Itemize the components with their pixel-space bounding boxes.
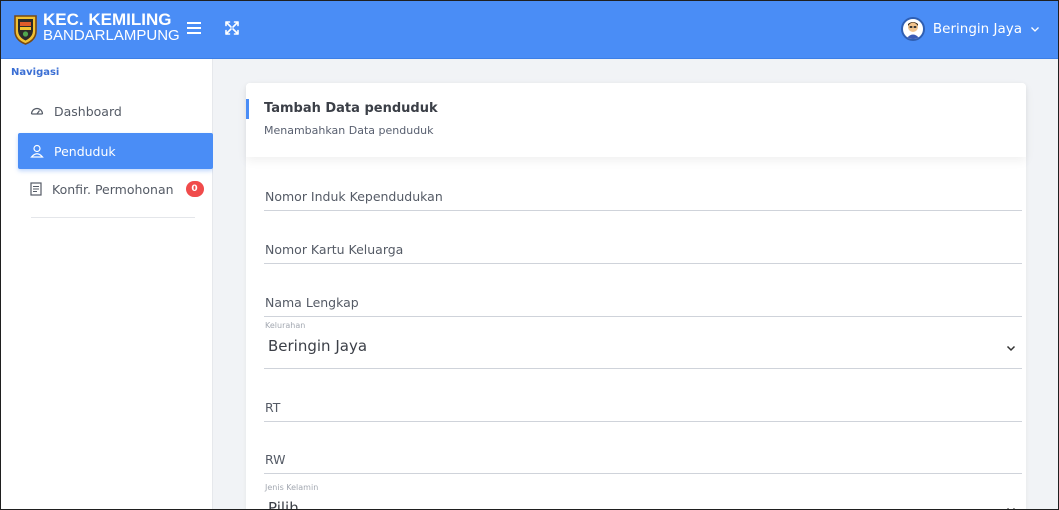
user-icon (30, 144, 44, 158)
kelurahan-value[interactable]: Beringin Jaya (268, 337, 367, 355)
chevron-down-icon[interactable] (1030, 24, 1040, 34)
kk-input[interactable] (264, 236, 1022, 263)
rw-input[interactable] (264, 446, 1022, 473)
brand-subtitle[interactable]: BANDARLAMPUNG (43, 28, 180, 44)
user-name[interactable]: Beringin Jaya (933, 21, 1022, 37)
notification-badge: 0 (185, 181, 204, 197)
rt-field[interactable] (264, 394, 1022, 422)
card-subtitle: Menambahkan Data penduduk (264, 124, 434, 137)
sidebar-item-dashboard[interactable]: Dashboard (18, 93, 213, 129)
hamburger-menu-icon[interactable] (185, 17, 207, 39)
sidebar-item-label: Dashboard (54, 103, 122, 119)
sidebar: Navigasi Dashboard Penduduk Konfir. Perm… (1, 59, 213, 509)
form-card: Tambah Data penduduk Menambahkan Data pe… (246, 83, 1026, 510)
jenis-kelamin-select[interactable]: Jenis Kelamin Pilih (264, 483, 1022, 510)
avatar-face-icon (905, 22, 920, 39)
card-header: Tambah Data penduduk Menambahkan Data pe… (246, 83, 1026, 157)
sidebar-item-penduduk[interactable]: Penduduk (18, 133, 213, 169)
kk-field[interactable] (264, 236, 1022, 264)
sidebar-heading: Navigasi (11, 67, 60, 78)
chevron-down-icon[interactable] (1006, 505, 1016, 510)
nik-input[interactable] (264, 183, 1022, 210)
dashboard-gauge-icon (30, 107, 44, 115)
rt-input[interactable] (264, 394, 1022, 421)
nama-input[interactable] (264, 289, 1022, 316)
sidebar-item-label: Konfir. Permohonan (52, 181, 174, 197)
sidebar-divider (31, 217, 195, 218)
sidebar-item-label: Penduduk (54, 143, 116, 159)
jenis-kelamin-label: Jenis Kelamin (265, 483, 319, 492)
nama-field[interactable] (264, 289, 1022, 317)
sidebar-item-konfir-permohonan[interactable]: Konfir. Permohonan 0 (18, 171, 213, 207)
jenis-kelamin-value[interactable]: Pilih (268, 499, 299, 509)
user-menu[interactable]: Beringin Jaya (900, 13, 1040, 45)
fullscreen-toggle-icon[interactable] (223, 19, 241, 37)
main-content: Tambah Data penduduk Menambahkan Data pe… (213, 59, 1058, 510)
kelurahan-select[interactable]: Kelurahan Beringin Jaya (264, 321, 1022, 369)
app-window: KEC. KEMILING BANDARLAMPUNG Beringin Jay… (0, 0, 1059, 510)
city-emblem-logo (14, 15, 37, 45)
document-icon (30, 182, 42, 196)
rw-field[interactable] (264, 446, 1022, 474)
header-accent-bar (246, 99, 249, 119)
chevron-down-icon[interactable] (1006, 343, 1016, 353)
user-avatar[interactable] (900, 17, 925, 41)
nik-field[interactable] (264, 183, 1022, 211)
top-navbar: KEC. KEMILING BANDARLAMPUNG Beringin Jay… (1, 1, 1058, 59)
card-title: Tambah Data penduduk (264, 101, 438, 116)
kelurahan-label: Kelurahan (265, 321, 306, 330)
